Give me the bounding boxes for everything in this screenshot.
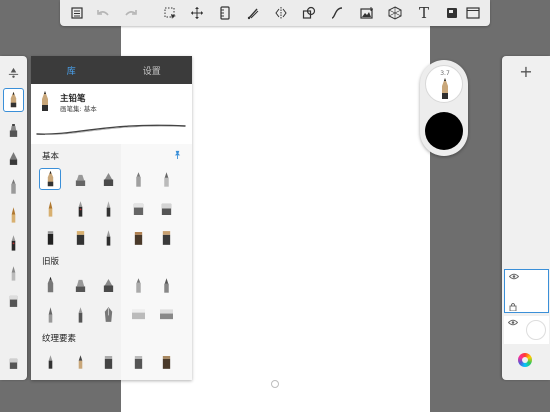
brush-texture-5[interactable] (155, 350, 177, 372)
brush-eraser-hard[interactable] (127, 197, 149, 219)
redo-icon[interactable] (122, 4, 140, 22)
brush-legacy-fountain-pen[interactable] (97, 303, 119, 325)
eye-icon[interactable] (509, 273, 519, 280)
pen-brush-icon[interactable] (3, 260, 24, 284)
view-icon[interactable] (464, 4, 482, 22)
symmetry-icon[interactable] (272, 4, 290, 22)
brush-texture-3[interactable] (97, 350, 119, 372)
fill-icon[interactable] (443, 4, 461, 22)
brush-marker[interactable] (69, 168, 91, 190)
brush-ballpoint[interactable] (69, 197, 91, 219)
brush-texture-4[interactable] (127, 350, 149, 372)
pencil-brush-icon[interactable] (3, 88, 24, 112)
ruler-icon[interactable] (216, 4, 234, 22)
inking-brush-icon[interactable] (3, 146, 24, 170)
brush-paintbrush[interactable] (39, 197, 61, 219)
brush-legacy-ballpoint[interactable] (69, 303, 91, 325)
brush-inking[interactable] (97, 168, 119, 190)
undo-icon[interactable] (94, 4, 112, 22)
panel-tab-bar: 库 设置 (31, 56, 192, 84)
eye-icon[interactable] (508, 319, 518, 326)
brush-texture-2[interactable] (69, 350, 91, 372)
brush-legacy-pencil[interactable] (39, 274, 61, 296)
top-toolbar: T (60, 0, 490, 26)
brush-legacy-paintbrush[interactable] (39, 303, 61, 325)
brush-legacy-eraser[interactable] (127, 303, 149, 325)
pencil-tip-icon (442, 78, 448, 99)
canvas-center-marker (271, 380, 279, 388)
current-brush-icon (42, 91, 48, 111)
ballpoint-brush-icon[interactable] (3, 230, 24, 254)
brush-technical-pen[interactable] (155, 168, 177, 190)
brush-airbrush[interactable] (127, 168, 149, 190)
gallery-icon[interactable] (68, 4, 86, 22)
brush-puck[interactable]: 3.7 (420, 60, 468, 156)
brush-legacy-airbrush[interactable] (127, 274, 149, 296)
transform-icon[interactable] (188, 4, 206, 22)
section-texture-title: 纹理要素 (42, 334, 77, 344)
section-basic-title: 基本 (42, 152, 60, 162)
background-color-swatch[interactable] (526, 320, 546, 340)
background-layer[interactable] (504, 316, 549, 344)
layer-1[interactable] (504, 269, 549, 313)
stroke-tool-icon[interactable] (244, 4, 262, 22)
brush-legacy-pen[interactable] (155, 274, 177, 296)
tab-settings[interactable]: 设置 (112, 56, 193, 84)
tab-library[interactable]: 库 (31, 56, 112, 84)
brush-library-panel: 库 设置 主铅笔 画笔集: 基本 基本 旧版 纹理要素 (31, 56, 192, 380)
brush-color-pencil[interactable] (97, 226, 119, 248)
brush-size-puck[interactable]: 3.7 (425, 65, 463, 103)
text-icon[interactable]: T (415, 4, 433, 22)
airbrush-icon[interactable] (3, 174, 24, 198)
brush-texture-1[interactable] (39, 350, 61, 372)
brush-legacy-marker[interactable] (69, 274, 91, 296)
lock-icon[interactable] (509, 302, 517, 311)
brush-blender[interactable] (39, 226, 61, 248)
brush-size-slider-icon[interactable] (3, 60, 24, 84)
brush-palette (0, 56, 27, 380)
image-icon[interactable] (358, 4, 376, 22)
color-wheel-icon[interactable] (518, 353, 532, 367)
brush-legacy-blender[interactable] (155, 303, 177, 325)
add-layer-button[interactable]: + (502, 58, 550, 84)
brush-smudge[interactable] (69, 226, 91, 248)
select-icon[interactable] (161, 4, 179, 22)
section-legacy-title: 旧版 (42, 257, 60, 267)
brush-eraser-soft[interactable] (155, 197, 177, 219)
curve-icon[interactable] (328, 4, 346, 22)
shapes-icon[interactable] (300, 4, 318, 22)
marker-brush-icon[interactable] (3, 118, 24, 142)
pin-icon[interactable] (173, 150, 183, 160)
eraser-brush-icon[interactable] (3, 288, 24, 312)
paintbrush-icon[interactable] (3, 202, 24, 226)
blender-brush-icon[interactable] (3, 350, 24, 374)
current-brush-preview: 主铅笔 画笔集: 基本 (31, 84, 192, 144)
layers-panel: + (502, 56, 550, 380)
brush-pencil[interactable] (39, 168, 61, 190)
brush-stroke-preview (36, 124, 186, 135)
perspective-icon[interactable] (386, 4, 404, 22)
brush-chalk[interactable] (127, 226, 149, 248)
brush-set-label: 画笔集: 基本 (60, 105, 97, 113)
color-puck[interactable] (425, 112, 463, 150)
brush-legacy-inking[interactable] (97, 274, 119, 296)
brush-crayon[interactable] (155, 226, 177, 248)
brush-size-value: 3.7 (440, 70, 450, 77)
brush-fountain-pen[interactable] (97, 197, 119, 219)
